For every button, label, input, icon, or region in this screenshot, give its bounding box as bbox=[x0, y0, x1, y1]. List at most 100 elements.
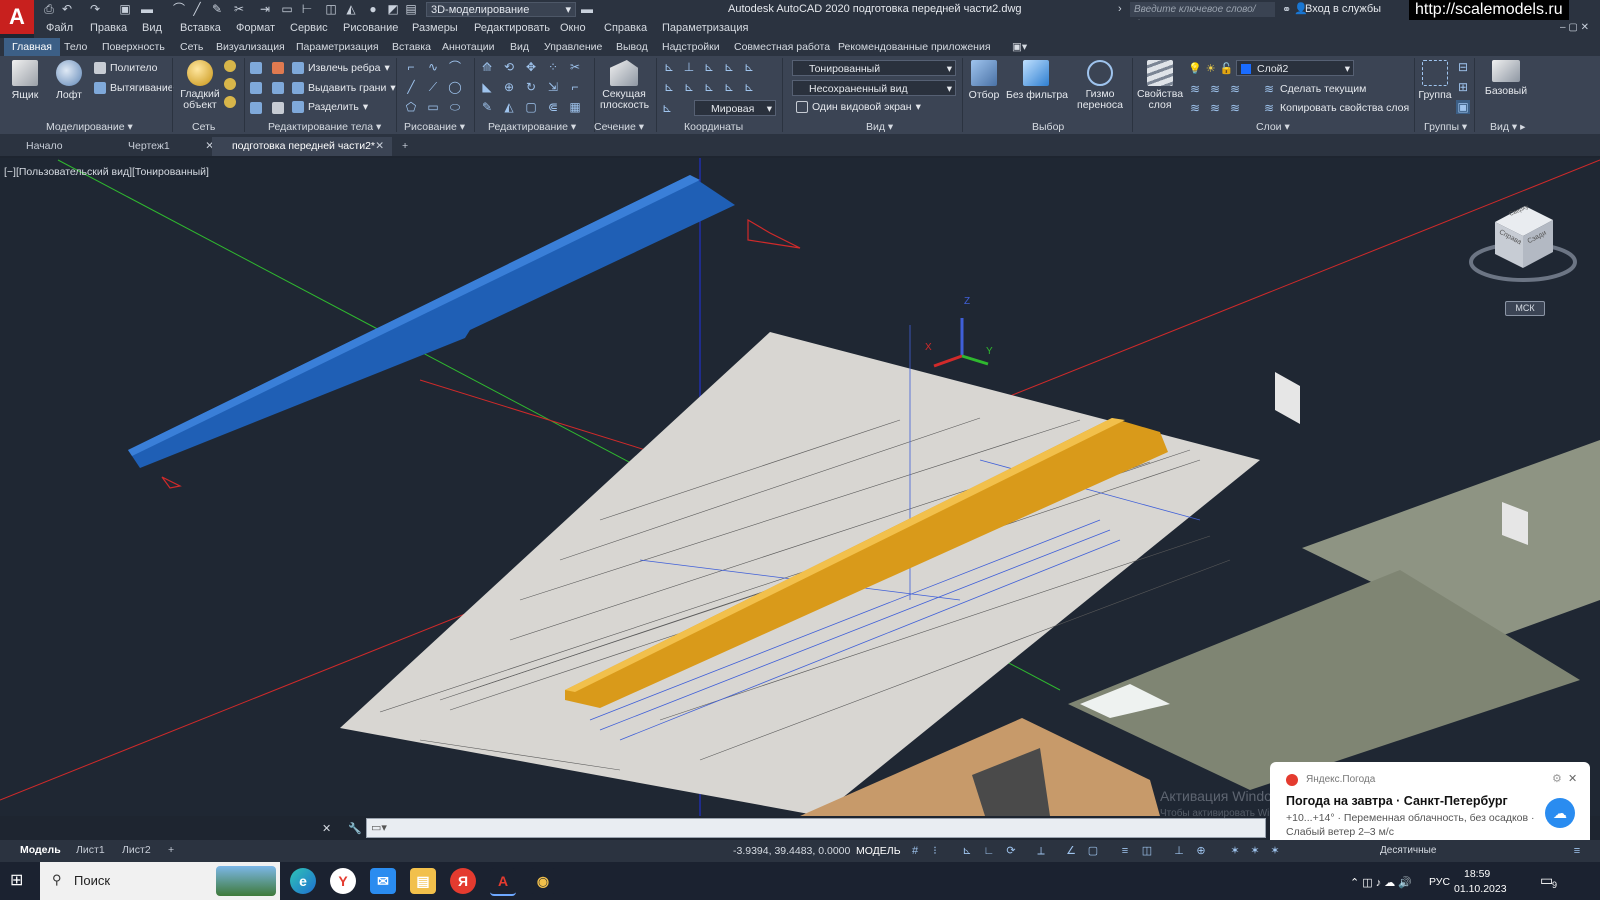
yandex-icon[interactable]: Я bbox=[450, 868, 476, 894]
mesh-smooth-more-icon[interactable] bbox=[224, 96, 236, 108]
3d-array-icon[interactable]: ⁘ bbox=[546, 60, 560, 74]
tab-annotate[interactable]: Аннотации bbox=[442, 41, 495, 53]
offset-icon[interactable]: ⋐ bbox=[546, 100, 560, 114]
smooth-object-button[interactable]: Гладкий объект bbox=[180, 60, 220, 111]
ucs-origin-icon[interactable]: ⊥ bbox=[682, 60, 696, 74]
menu-modify[interactable]: Редактировать bbox=[474, 22, 550, 34]
ucs-x-icon[interactable]: ⊾ bbox=[702, 80, 716, 94]
pencil-icon[interactable]: ✎ bbox=[210, 2, 224, 16]
layout-tab-sheet2[interactable]: Лист2 bbox=[122, 844, 151, 856]
panel-title-groups[interactable]: Группы ▾ bbox=[1424, 121, 1467, 133]
dimension-icon[interactable]: ⊢ bbox=[300, 2, 314, 16]
shade-icon[interactable]: ◩ bbox=[386, 2, 400, 16]
arc-icon[interactable]: ⌒ bbox=[172, 2, 186, 16]
object-track-icon[interactable]: ∠ bbox=[1064, 844, 1078, 858]
panel-title-modeling[interactable]: Моделирование ▾ bbox=[46, 121, 133, 133]
menu-insert[interactable]: Вставка bbox=[180, 22, 221, 34]
trim-tool-icon[interactable]: ✂ bbox=[568, 60, 582, 74]
extend-icon[interactable]: ⇥ bbox=[258, 2, 272, 16]
camera-icon[interactable]: ▣▾ bbox=[1012, 41, 1027, 53]
auto-scale-icon[interactable]: ✶ bbox=[1248, 844, 1262, 858]
workspace-select[interactable]: 3D-моделирование ▾ bbox=[426, 2, 576, 17]
union-icon[interactable] bbox=[250, 62, 262, 74]
binoculars-icon[interactable]: ⚭ bbox=[1282, 3, 1291, 16]
panel-title-modify[interactable]: Редактирование ▾ bbox=[488, 121, 576, 133]
ucs-y-icon[interactable]: ⊾ bbox=[722, 80, 736, 94]
panel-title-view[interactable]: Вид ▾ bbox=[866, 121, 893, 133]
group-select-icon[interactable]: ▣ bbox=[1456, 100, 1470, 114]
menu-window[interactable]: Окно bbox=[560, 22, 586, 34]
autocad-taskbar-icon[interactable]: A bbox=[490, 868, 516, 896]
annotation-visibility-icon[interactable]: ✶ bbox=[1228, 844, 1242, 858]
box-button[interactable]: Ящик bbox=[8, 60, 42, 101]
mesh-crease-icon[interactable] bbox=[224, 78, 236, 90]
login-button[interactable]: Вход в службы bbox=[1305, 3, 1381, 15]
annotation-scale-icon[interactable]: ✶ bbox=[1268, 844, 1282, 858]
sun-icon[interactable]: ☀ bbox=[1206, 62, 1216, 75]
add-layout-button[interactable]: + bbox=[168, 844, 174, 856]
new-tab-button[interactable]: + bbox=[398, 137, 420, 156]
saved-view-select[interactable]: Несохраненный вид ▾ bbox=[792, 80, 956, 96]
print-icon[interactable]: ⎙ bbox=[42, 2, 56, 16]
menu-dimension[interactable]: Размеры bbox=[412, 22, 458, 34]
3d-rotate-icon[interactable]: ⟲ bbox=[502, 60, 516, 74]
panel-title-mesh[interactable]: Сеть bbox=[192, 121, 215, 133]
polygon-icon[interactable]: ⬠ bbox=[404, 100, 418, 114]
copy-icon[interactable]: ▢ bbox=[524, 100, 538, 114]
polyline-icon[interactable]: ⌐ bbox=[404, 60, 418, 74]
separate-button[interactable]: Разделить ▾ bbox=[292, 101, 368, 113]
fillet-edge-icon[interactable]: ◣ bbox=[480, 80, 494, 94]
spline-icon[interactable]: ∿ bbox=[426, 60, 440, 74]
file-explorer-icon[interactable]: ▤ bbox=[410, 868, 436, 894]
panel-title-section[interactable]: Сечение ▾ bbox=[594, 121, 644, 133]
stretch-icon[interactable]: ⇲ bbox=[546, 80, 560, 94]
panel-title-coordinates[interactable]: Координаты bbox=[684, 121, 743, 133]
no-filter-button[interactable]: Без фильтра bbox=[1006, 60, 1068, 101]
properties-icon[interactable]: ▤ bbox=[404, 2, 418, 16]
layer-lock-icon[interactable]: ≋ bbox=[1228, 101, 1242, 115]
trim-icon[interactable]: ✂ bbox=[232, 2, 246, 16]
save-icon[interactable]: ▣ bbox=[118, 2, 132, 16]
move-icon[interactable]: ✥ bbox=[524, 60, 538, 74]
layer-select[interactable]: Слой2 ▾ bbox=[1236, 60, 1354, 76]
panel-title-draw[interactable]: Рисование ▾ bbox=[404, 121, 465, 133]
layer-isolate-icon[interactable]: ≋ bbox=[1208, 82, 1222, 96]
tab-output[interactable]: Вывод bbox=[616, 41, 648, 53]
tab-insert[interactable]: Вставка bbox=[392, 41, 431, 53]
osnap-icon[interactable]: ▢ bbox=[1086, 844, 1100, 858]
menu-format[interactable]: Формат bbox=[236, 22, 275, 34]
ucs-3point-icon[interactable]: ⊾ bbox=[722, 60, 736, 74]
yandex-browser-icon[interactable]: Y bbox=[330, 868, 356, 894]
ucs-zaxis-icon[interactable]: ⊾ bbox=[742, 60, 756, 74]
doc-tab-drawing1[interactable]: Чертеж1 ✕ bbox=[108, 137, 222, 156]
doc-tab-active[interactable]: подготовка передней части2* ✕ bbox=[212, 137, 392, 156]
drawing-viewport[interactable] bbox=[0, 158, 1600, 816]
rectangle-tool-icon[interactable]: ▭ bbox=[426, 100, 440, 114]
ucs-view-icon[interactable]: ⊾ bbox=[702, 60, 716, 74]
search-input[interactable]: Введите ключевое слово/фразу bbox=[1130, 2, 1275, 30]
3d-osnap-icon[interactable]: ⊕ bbox=[1194, 844, 1208, 858]
ucs-world-dropdown-icon[interactable]: ⊾ bbox=[662, 101, 676, 115]
subtract-icon[interactable] bbox=[250, 82, 262, 94]
panel-title-selection[interactable]: Выбор bbox=[1032, 121, 1064, 133]
pline-icon[interactable]: ⟋ bbox=[426, 80, 440, 94]
isodraft-icon[interactable]: ⟂ bbox=[1034, 844, 1048, 858]
extract-edges-button[interactable]: Извлечь ребра ▾ bbox=[292, 62, 390, 74]
clock-time[interactable]: 18:59 bbox=[1464, 868, 1490, 880]
viewport-config-button[interactable]: Один видовой экран ▾ bbox=[796, 101, 921, 113]
layer-unisolate-icon[interactable]: ≋ bbox=[1188, 101, 1202, 115]
doc-tab-start[interactable]: Начало bbox=[6, 137, 106, 156]
tray-icons[interactable]: ⌃ ◫ ♪ ☁ 🔊 bbox=[1350, 876, 1412, 889]
layer-thaw-icon[interactable]: ≋ bbox=[1208, 101, 1222, 115]
tab-collaborate[interactable]: Совместная работа bbox=[734, 41, 830, 53]
language-indicator[interactable]: РУС bbox=[1429, 876, 1450, 888]
ucs-icon[interactable]: ⊾ bbox=[662, 60, 676, 74]
panel-title-solid-edit[interactable]: Редактирование тела ▾ bbox=[268, 121, 381, 133]
units-readout[interactable]: Десятичные bbox=[1380, 845, 1436, 856]
panel-title-layers[interactable]: Слои ▾ bbox=[1256, 121, 1290, 133]
lightbulb-icon[interactable]: 💡 bbox=[1188, 62, 1202, 75]
layout-tab-model[interactable]: Модель bbox=[20, 844, 61, 856]
layer-properties-button[interactable]: Свойства слоя bbox=[1136, 60, 1184, 111]
edge-icon[interactable]: e bbox=[290, 868, 316, 894]
close-icon[interactable]: ✕ bbox=[1568, 772, 1577, 785]
